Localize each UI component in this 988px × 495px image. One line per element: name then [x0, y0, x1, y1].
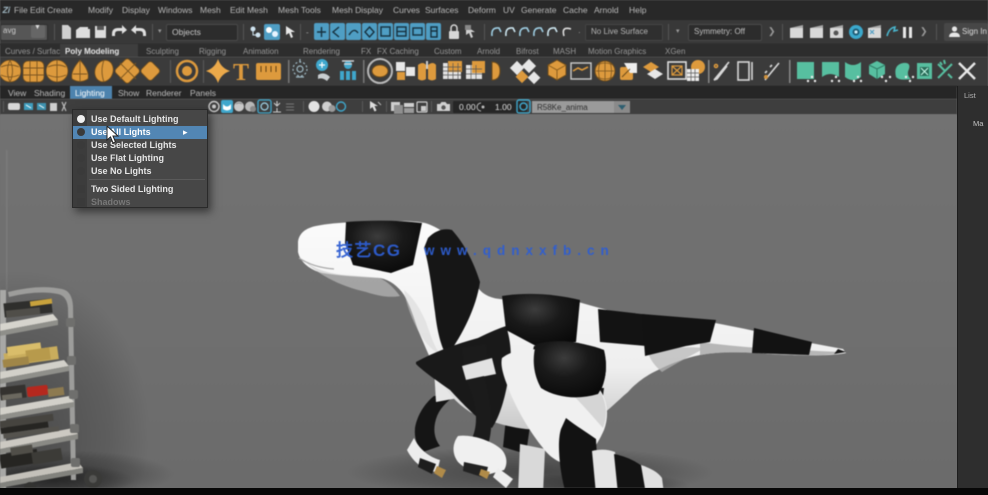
- svg-text:R58Ke_anima: R58Ke_anima: [537, 103, 588, 112]
- svg-text:1.00: 1.00: [495, 102, 512, 112]
- svg-text:技艺CG: 技艺CG: [336, 240, 402, 260]
- svg-text:www.qdnxxfb.cn: www.qdnxxfb.cn: [423, 243, 615, 258]
- svg-text:0.00: 0.00: [459, 102, 476, 112]
- svg-text:T: T: [233, 60, 249, 86]
